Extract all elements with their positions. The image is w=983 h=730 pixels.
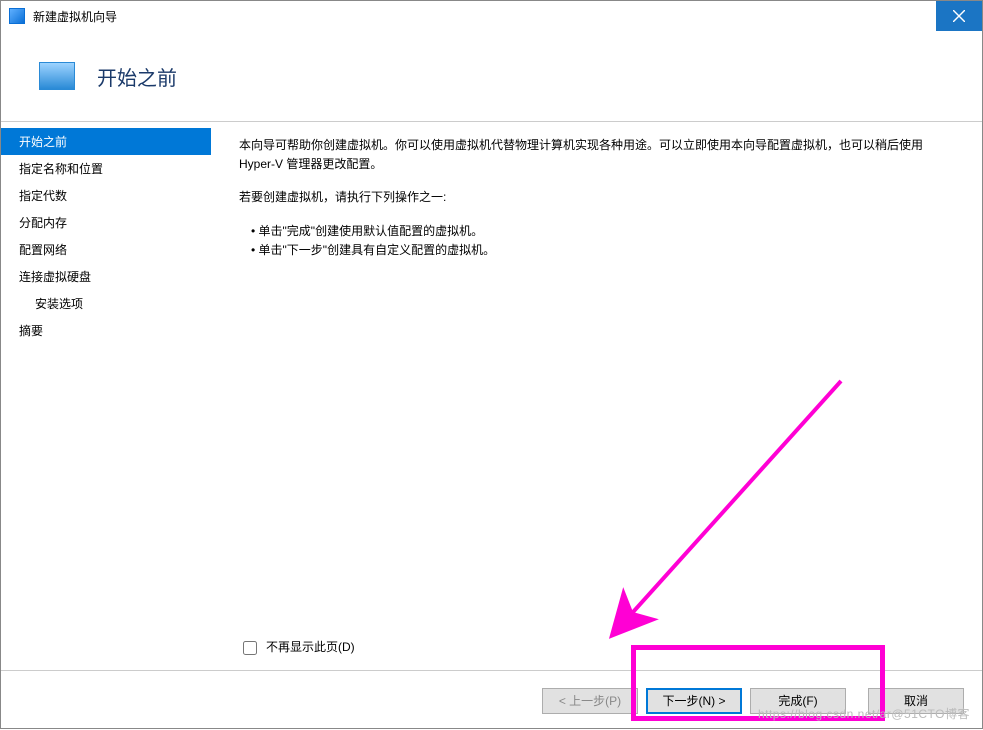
page-title: 开始之前 <box>97 62 177 91</box>
close-button[interactable] <box>936 1 982 31</box>
wizard-steps-sidebar: 开始之前 指定名称和位置 指定代数 分配内存 配置网络 连接虚拟硬盘 安装选项 … <box>1 122 211 670</box>
wizard-header: 开始之前 <box>1 31 982 121</box>
wizard-body: 开始之前 指定名称和位置 指定代数 分配内存 配置网络 连接虚拟硬盘 安装选项 … <box>1 121 982 670</box>
titlebar: 新建虚拟机向导 <box>1 1 982 31</box>
sidebar-item-before-you-begin[interactable]: 开始之前 <box>1 128 211 155</box>
sidebar-item-summary[interactable]: 摘要 <box>1 317 211 344</box>
sidebar-item-install-options[interactable]: 安装选项 <box>1 290 211 317</box>
app-icon <box>9 8 25 24</box>
sidebar-item-name-location[interactable]: 指定名称和位置 <box>1 155 211 182</box>
dont-show-again-label: 不再显示此页(D) <box>266 638 355 657</box>
sidebar-item-memory[interactable]: 分配内存 <box>1 209 211 236</box>
dont-show-again-row: 不再显示此页(D) <box>239 638 355 658</box>
list-item: 单击"下一步"创建具有自定义配置的虚拟机。 <box>251 241 952 260</box>
watermark-text: https://blog.csdn.net/ar@51CTO博客 <box>758 705 970 722</box>
instruction-paragraph: 若要创建虚拟机，请执行下列操作之一: <box>239 188 952 207</box>
instruction-list: 单击"完成"创建使用默认值配置的虚拟机。 单击"下一步"创建具有自定义配置的虚拟… <box>239 222 952 260</box>
sidebar-item-generation[interactable]: 指定代数 <box>1 182 211 209</box>
window-title: 新建虚拟机向导 <box>33 8 117 25</box>
next-button[interactable]: 下一步(N) > <box>646 688 742 714</box>
close-icon <box>953 10 965 22</box>
wizard-icon <box>39 62 75 90</box>
list-item: 单击"完成"创建使用默认值配置的虚拟机。 <box>251 222 952 241</box>
dont-show-again-checkbox[interactable] <box>243 641 257 655</box>
previous-button: < 上一步(P) <box>542 688 638 714</box>
sidebar-item-vhd[interactable]: 连接虚拟硬盘 <box>1 263 211 290</box>
intro-paragraph: 本向导可帮助你创建虚拟机。你可以使用虚拟机代替物理计算机实现各种用途。可以立即使… <box>239 136 952 174</box>
sidebar-item-networking[interactable]: 配置网络 <box>1 236 211 263</box>
wizard-content: 本向导可帮助你创建虚拟机。你可以使用虚拟机代替物理计算机实现各种用途。可以立即使… <box>211 122 982 670</box>
